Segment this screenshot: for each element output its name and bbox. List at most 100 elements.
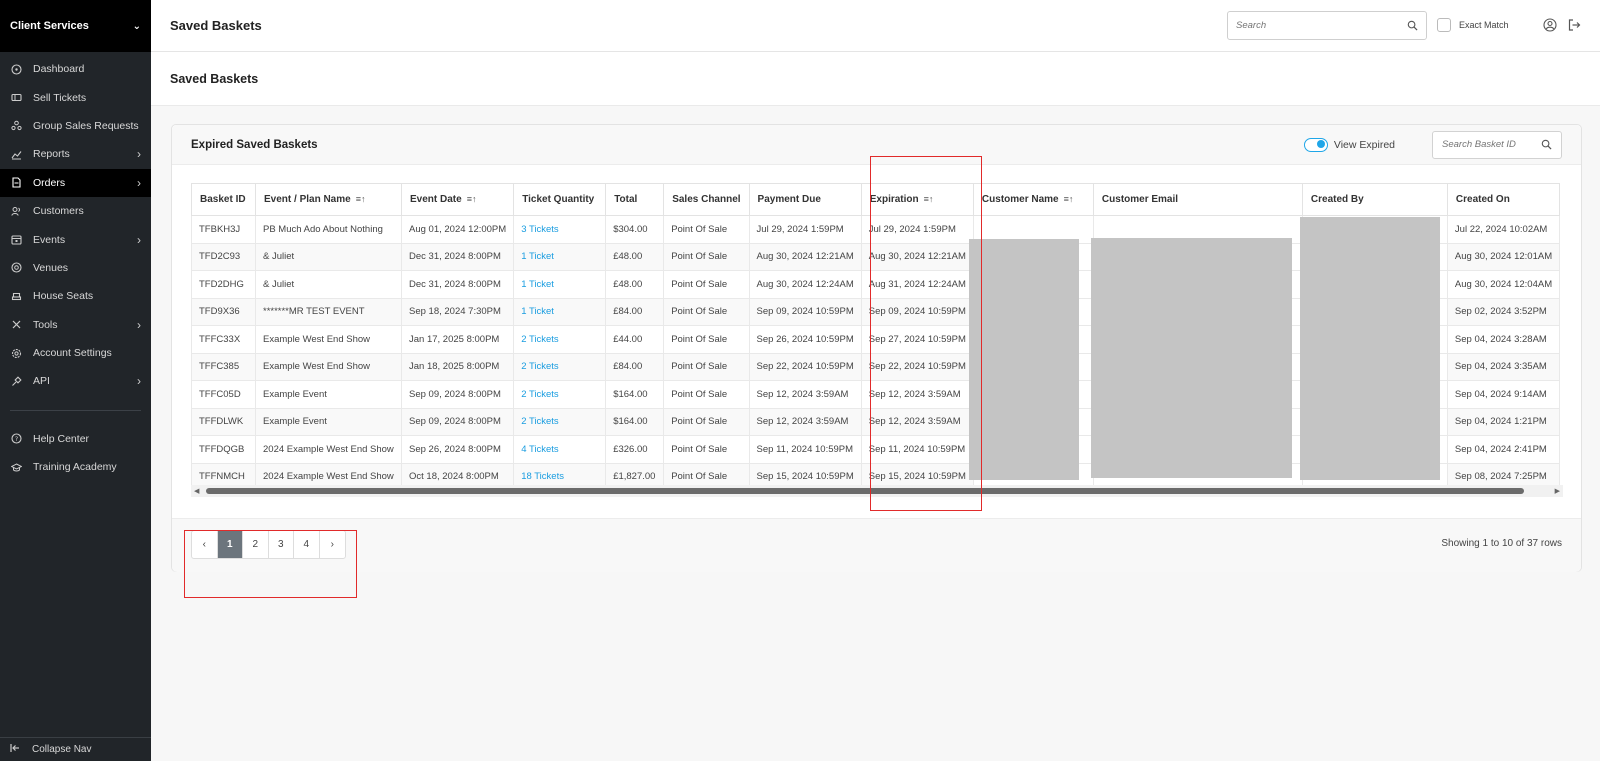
sort-icon[interactable]: ≡↑ xyxy=(1064,194,1074,204)
cell-ticket-quantity[interactable]: 1 Ticket xyxy=(513,242,607,271)
basket-search[interactable] xyxy=(1432,130,1562,159)
sidebar-item-account-settings[interactable]: Account Settings xyxy=(0,339,151,367)
collapse-nav-label: Collapse Nav xyxy=(32,744,92,755)
column-header-sales-channel[interactable]: Sales Channel xyxy=(663,183,750,216)
exact-match-checkbox[interactable] xyxy=(1437,18,1451,32)
sidebar-item-reports[interactable]: Reports › xyxy=(0,140,151,168)
sidebar-divider xyxy=(10,409,141,411)
cell-event-date: Sep 26, 2024 8:00PM xyxy=(400,435,515,464)
cell-created-on: Sep 04, 2024 3:35AM xyxy=(1446,352,1561,381)
scrollbar-thumb[interactable] xyxy=(206,488,1524,494)
basket-search-input[interactable] xyxy=(1442,139,1541,150)
cell-payment-due: Sep 11, 2024 10:59PM xyxy=(748,435,862,464)
cell-ticket-quantity[interactable]: 1 Ticket xyxy=(513,270,607,299)
sidebar-item-api[interactable]: API › xyxy=(0,367,151,395)
cell-ticket-quantity[interactable]: 2 Tickets xyxy=(513,352,607,381)
scroll-right-icon[interactable]: ▶ xyxy=(1555,487,1560,495)
sidebar-item-customers[interactable]: Customers xyxy=(0,197,151,225)
cell-ticket-quantity[interactable]: 1 Ticket xyxy=(513,297,607,326)
global-search[interactable] xyxy=(1227,11,1427,40)
sidebar-item-tools[interactable]: Tools › xyxy=(0,311,151,339)
user-profile-icon[interactable] xyxy=(1543,18,1557,32)
sidebar-item-house-seats[interactable]: House Seats xyxy=(0,282,151,310)
cell-created-on: Sep 04, 2024 3:28AM xyxy=(1446,325,1561,354)
sidebar-item-label: House Seats xyxy=(33,290,94,303)
dashboard-icon xyxy=(11,64,22,75)
sort-icon[interactable]: ≡↑ xyxy=(356,194,366,204)
sidebar-item-group-sales-requests[interactable]: Group Sales Requests xyxy=(0,112,151,140)
exact-match-label: Exact Match xyxy=(1459,20,1509,30)
cell-basket-id: TFBKH3J xyxy=(191,215,256,244)
rows-summary: Showing 1 to 10 of 37 rows xyxy=(1441,538,1562,549)
workspace-switcher[interactable]: Client Services ⌄ xyxy=(0,0,151,52)
cell-event-plan-name: Example Event xyxy=(255,407,402,436)
toggle-knob xyxy=(1316,140,1325,148)
view-expired-toggle[interactable] xyxy=(1303,137,1328,152)
column-header-customer-name[interactable]: Customer Name ≡↑ xyxy=(972,183,1094,216)
sidebar-item-label: Group Sales Requests xyxy=(33,119,139,132)
column-header-created-by[interactable]: Created By xyxy=(1301,183,1448,216)
document-icon xyxy=(11,177,22,188)
sidebar-item-training-academy[interactable]: Training Academy xyxy=(0,453,151,481)
cell-created-on: Aug 30, 2024 12:01AM xyxy=(1446,242,1561,271)
plug-icon xyxy=(11,376,22,387)
redacted-customer-name xyxy=(969,239,1079,480)
cell-total: £48.00 xyxy=(605,242,665,271)
cell-ticket-quantity[interactable]: 3 Tickets xyxy=(513,215,607,244)
users-icon xyxy=(11,206,22,217)
sidebar-item-sell-tickets[interactable]: Sell Tickets xyxy=(0,83,151,111)
chart-icon xyxy=(11,149,22,160)
cell-sales-channel: Point Of Sale xyxy=(663,215,750,244)
card-footer: ‹ 1 2 3 4 › Showing 1 to 10 of 37 rows xyxy=(172,518,1581,572)
scroll-left-icon[interactable]: ◀ xyxy=(194,487,199,495)
sidebar-item-venues[interactable]: Venues xyxy=(0,254,151,282)
highlight-expiration-column xyxy=(870,156,982,511)
column-header-created-on[interactable]: Created On xyxy=(1446,183,1561,216)
exact-match-toggle[interactable]: Exact Match xyxy=(1437,18,1509,32)
search-icon[interactable] xyxy=(1407,20,1418,31)
column-header-ticket-quantity[interactable]: Ticket Quantity xyxy=(513,183,607,216)
redacted-created-by xyxy=(1300,217,1440,480)
cell-total: $304.00 xyxy=(605,215,665,244)
column-header-customer-email[interactable]: Customer Email xyxy=(1092,183,1303,216)
cell-event-date: Jan 17, 2025 8:00PM xyxy=(400,325,515,354)
cell-sales-channel: Point Of Sale xyxy=(663,407,750,436)
column-header-basket-id[interactable]: Basket ID xyxy=(191,183,256,216)
sidebar-item-dashboard[interactable]: Dashboard xyxy=(0,55,151,83)
cell-event-date: Sep 09, 2024 8:00PM xyxy=(400,407,515,436)
global-search-input[interactable] xyxy=(1236,20,1407,31)
sidebar-item-events[interactable]: Events › xyxy=(0,225,151,253)
redacted-customer-email xyxy=(1091,238,1292,478)
cell-ticket-quantity[interactable]: 2 Tickets xyxy=(513,325,607,354)
column-header-event-date[interactable]: Event Date ≡↑ xyxy=(400,183,515,216)
column-header-event-plan-name[interactable]: Event / Plan Name ≡↑ xyxy=(255,183,402,216)
cell-basket-id: TFFC05D xyxy=(191,380,256,409)
cell-ticket-quantity[interactable]: 2 Tickets xyxy=(513,407,607,436)
cell-ticket-quantity[interactable]: 2 Tickets xyxy=(513,380,607,409)
column-header-label: Basket ID xyxy=(200,194,246,205)
page-header: Saved Baskets xyxy=(151,52,1600,106)
collapse-nav-button[interactable]: Collapse Nav xyxy=(0,737,151,761)
view-expired-label: View Expired xyxy=(1333,138,1395,151)
sort-icon[interactable]: ≡↑ xyxy=(467,194,477,204)
cell-payment-due: Aug 30, 2024 12:21AM xyxy=(748,242,862,271)
card-title: Expired Saved Baskets xyxy=(191,138,318,151)
sidebar-item-label: Training Academy xyxy=(33,461,117,474)
column-header-label: Sales Channel xyxy=(672,194,741,205)
cell-basket-id: TFD2C93 xyxy=(191,242,256,271)
column-header-label: Payment Due xyxy=(757,194,821,205)
cell-ticket-quantity[interactable]: 4 Tickets xyxy=(513,435,607,464)
cell-total: £48.00 xyxy=(605,270,665,299)
column-header-label: Created On xyxy=(1455,194,1510,205)
sidebar-item-orders[interactable]: Orders › xyxy=(0,168,151,197)
column-header-total[interactable]: Total xyxy=(605,183,665,216)
logout-icon[interactable] xyxy=(1567,18,1581,32)
search-icon[interactable] xyxy=(1541,139,1552,150)
column-header-payment-due[interactable]: Payment Due xyxy=(748,183,862,216)
cell-basket-id: TFFC385 xyxy=(191,352,256,381)
cell-payment-due: Sep 12, 2024 3:59AM xyxy=(748,380,862,409)
cell-total: £84.00 xyxy=(605,297,665,326)
cell-total: £44.00 xyxy=(605,325,665,354)
sidebar-nav: Dashboard Sell Tickets Group Sales Request… xyxy=(0,52,151,396)
sidebar-item-help-center[interactable]: ? Help Center xyxy=(0,425,151,453)
